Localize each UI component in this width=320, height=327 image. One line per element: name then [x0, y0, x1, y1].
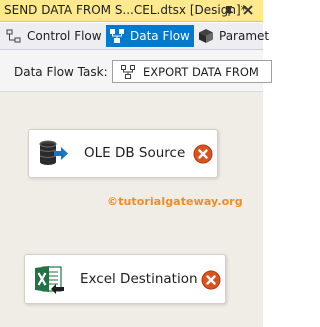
control-flow-icon	[6, 28, 22, 44]
designer-tabs: Control Flow Data Flow Paramet	[0, 23, 269, 50]
data-flow-design-surface[interactable]: OLE DB Source ©tutorialgateway.org Excel…	[0, 92, 263, 327]
close-icon[interactable]	[241, 3, 255, 17]
data-flow-task-label: Data Flow Task:	[14, 65, 108, 79]
ole-db-source-icon	[37, 138, 69, 170]
data-flow-task-bar: Data Flow Task: EXPORT DATA FROM	[0, 50, 272, 92]
excel-destination-label: Excel Destination	[80, 271, 198, 287]
data-flow-task-select[interactable]: EXPORT DATA FROM	[112, 60, 272, 83]
tab-parameters-label: Paramet	[219, 29, 270, 43]
excel-destination-icon	[33, 264, 65, 296]
parameters-icon	[198, 28, 214, 44]
ole-db-source-label: OLE DB Source	[84, 145, 186, 161]
tab-control-flow-label: Control Flow	[27, 29, 102, 43]
tab-data-flow[interactable]: Data Flow	[106, 25, 194, 47]
data-flow-task-select-value: EXPORT DATA FROM	[143, 65, 259, 79]
error-icon[interactable]	[193, 144, 213, 164]
document-tab-bar: SEND DATA FROM S...CEL.dtsx [Design]*	[0, 0, 263, 22]
tab-control-flow[interactable]: Control Flow	[6, 25, 102, 47]
ole-db-source-component[interactable]: OLE DB Source	[28, 129, 218, 178]
document-tab-title: SEND DATA FROM S...CEL.dtsx [Design]*	[4, 3, 247, 17]
watermark: ©tutorialgateway.org	[107, 195, 243, 208]
error-icon[interactable]	[201, 270, 221, 290]
pin-icon[interactable]	[222, 3, 236, 17]
document-tab[interactable]: SEND DATA FROM S...CEL.dtsx [Design]*	[0, 0, 263, 22]
data-flow-task-icon	[121, 65, 135, 79]
tab-parameters[interactable]: Paramet	[198, 25, 269, 47]
tab-data-flow-label: Data Flow	[130, 29, 190, 43]
excel-destination-component[interactable]: Excel Destination	[24, 254, 226, 304]
data-flow-icon	[109, 28, 125, 44]
